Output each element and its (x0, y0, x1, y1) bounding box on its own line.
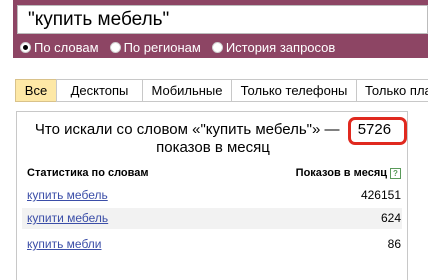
search-header: По словам По регионам История запросов (13, 0, 428, 58)
tab-desktops[interactable]: Десктопы (56, 79, 143, 102)
shows-count: 624 (380, 211, 401, 225)
device-tabs: Все Десктопы Мобильные Только телефоны Т… (15, 79, 428, 102)
tab-tablets-only[interactable]: Только планшеты (356, 79, 428, 102)
radio-query-history[interactable]: История запросов (211, 39, 336, 55)
radio-label: По словам (34, 39, 99, 55)
radio-unchecked-icon (109, 41, 121, 53)
tab-phones-only[interactable]: Только телефоны (231, 79, 357, 102)
tab-mobile[interactable]: Мобильные (142, 79, 232, 102)
col-header-shows: Показов в месяц (295, 167, 387, 179)
phrase-link[interactable]: купити мебель (27, 208, 108, 229)
search-input[interactable] (17, 5, 428, 34)
table-row: купить мебли 86 (22, 234, 402, 255)
radio-by-words[interactable]: По словам (20, 40, 99, 55)
shows-count: 86 (387, 237, 401, 251)
table-header: Статистика по словам Показов в месяц ? (27, 167, 401, 183)
table-row: купить мебель 426151 (22, 185, 402, 206)
radio-checked-icon (20, 41, 31, 53)
radio-by-regions[interactable]: По регионам (109, 39, 201, 55)
count-highlight-box (348, 117, 407, 145)
shows-count: 426151 (360, 188, 401, 202)
table-row: купити мебель 624 (22, 208, 402, 229)
stats-panel: Что искали со словом «"купить мебель"» —… (16, 111, 408, 280)
phrase-link[interactable]: купить мебли (27, 234, 102, 255)
col-header-phrase: Статистика по словам (27, 167, 149, 179)
summary-prefix: Что искали со словом «"купить мебель"» — (34, 121, 340, 138)
radio-label: История запросов (225, 39, 336, 55)
tab-all[interactable]: Все (15, 79, 57, 102)
help-icon[interactable]: ? (390, 167, 401, 179)
search-mode-radios: По словам По регионам История запросов (20, 37, 346, 57)
radio-unchecked-icon (211, 41, 223, 53)
radio-label: По регионам (123, 39, 201, 55)
phrase-link[interactable]: купить мебель (27, 185, 108, 206)
